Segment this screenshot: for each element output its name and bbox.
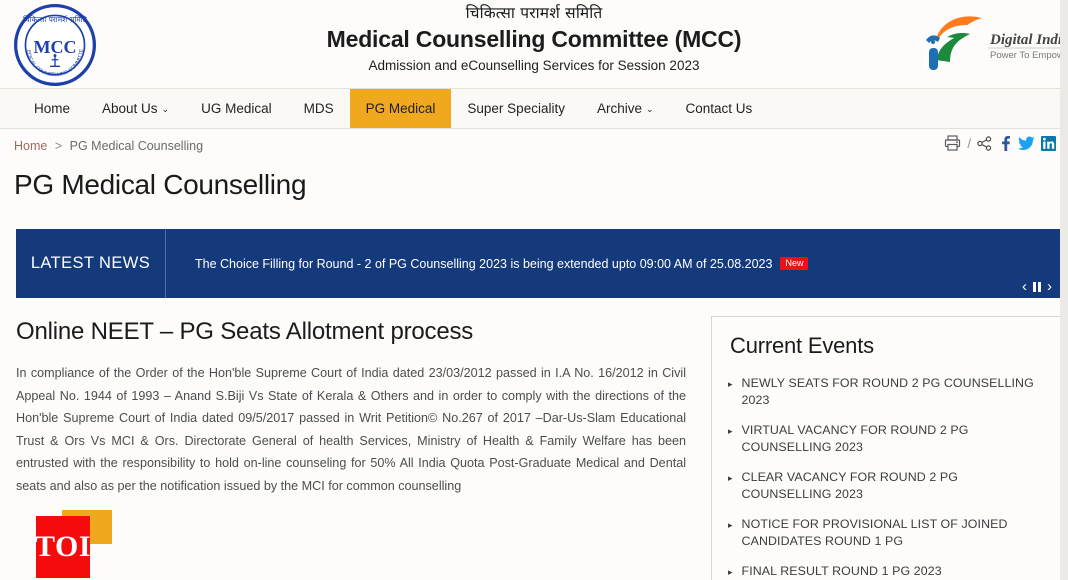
current-events-heading: Current Events [730,333,874,358]
list-item[interactable]: ▸ NOTICE FOR PROVISIONAL LIST OF JOINED … [728,516,1044,549]
content-left-column: Online NEET – PG Seats Allotment process… [0,310,700,580]
main-navigation: Home About Us ⌄ UG Medical MDS PG Medica… [0,88,1068,129]
separator-slash: / [967,135,971,151]
page-right-rail [1060,0,1068,580]
next-button[interactable]: › [1047,279,1052,294]
latest-news-banner: LATEST NEWS The Choice Filling for Round… [16,229,1060,298]
section-paragraph: In compliance of the Order of the Hon'bl… [16,366,686,493]
chevron-down-icon: ⌄ [161,104,170,114]
toi-logo[interactable]: TOI [16,509,136,580]
twitter-icon[interactable] [1018,136,1035,151]
status-badge: New [780,256,809,271]
nav-label: UG Medical [201,101,272,116]
bullet-arrow-icon: ▸ [728,426,733,436]
bullet-arrow-icon: ▸ [728,520,733,530]
list-item[interactable]: ▸ NEWLY SEATS FOR ROUND 2 PG COUNSELLING… [728,375,1044,408]
breadcrumb-current: PG Medical Counselling [69,139,204,153]
header-title-block: चिकित्सा परामर्श समिति Medical Counselli… [0,4,1068,75]
nav-item-home[interactable]: Home [18,89,86,128]
print-icon[interactable] [944,135,961,151]
nav-item-pg-medical[interactable]: PG Medical [349,89,452,128]
toi-red-block: TOI [35,515,91,578]
nav-item-super-speciality[interactable]: Super Speciality [451,89,581,128]
nav-item-about-us[interactable]: About Us ⌄ [86,89,185,128]
current-events-panel: Current Events ▸ NEWLY SEATS FOR ROUND 2… [711,316,1061,580]
main-content: Online NEET – PG Seats Allotment process… [0,310,1068,580]
nav-label: PG Medical [365,101,436,116]
toi-label: TOI [35,529,91,563]
list-item[interactable]: ▸ VIRTUAL VACANCY FOR ROUND 2 PG COUNSEL… [728,422,1044,455]
site-header: चिकित्सा परामर्श समिति MCC MEDICAL COUNS… [0,0,1068,88]
nav-label: MDS [303,101,334,116]
hindi-title: चिकित्सा परामर्श समिति [465,4,603,22]
nav-label: Super Speciality [467,101,565,116]
share-icon[interactable] [977,135,992,151]
digital-india-logo[interactable]: Digital India Power To Empower [910,6,1060,78]
news-carousel-controls: ‹ › [1022,279,1052,294]
list-item-label: VIRTUAL VACANCY FOR ROUND 2 PG COUNSELLI… [741,423,969,454]
list-item-label: NEWLY SEATS FOR ROUND 2 PG COUNSELLING 2… [741,376,1034,407]
nav-label: Archive [596,101,642,116]
digital-india-title: Digital India [989,32,1060,48]
list-item[interactable]: ▸ CLEAR VACANCY FOR ROUND 2 PG COUNSELLI… [728,469,1044,502]
list-item[interactable]: ▸ FINAL RESULT ROUND 1 PG 2023 (MD/MS/DI… [728,563,1044,580]
pause-icon[interactable] [1033,281,1041,292]
section-heading: Online NEET – PG Seats Allotment process [16,318,474,345]
nav-label: Contact Us [685,101,753,116]
latest-news-body: The Choice Filling for Round - 2 of PG C… [166,229,1060,298]
social-share-bar: / [944,135,1056,151]
nav-item-contact-us[interactable]: Contact Us [670,89,769,128]
latest-news-headline: The Choice Filling for Round - 2 of PG C… [195,256,773,271]
page-root: चिकित्सा परामर्श समिति MCC MEDICAL COUNS… [0,0,1068,580]
breadcrumb-row: Home > PG Medical Counselling / [0,129,1068,163]
nav-label: Home [34,101,71,116]
breadcrumb-home-link[interactable]: Home [14,139,47,153]
digital-india-tagline: Power To Empower [990,50,1060,61]
list-item-label: FINAL RESULT ROUND 1 PG 2023 (MD/MS/DIPL… [741,564,942,578]
list-item-label: NOTICE FOR PROVISIONAL LIST OF JOINED CA… [741,517,1008,548]
chevron-down-icon: ⌄ [645,104,654,114]
facebook-icon[interactable] [998,135,1012,151]
prev-button[interactable]: ‹ [1022,279,1027,294]
linkedin-icon[interactable] [1041,135,1056,151]
page-heading: PG Medical Counselling [14,169,307,200]
nav-item-mds[interactable]: MDS [288,89,350,128]
latest-news-item[interactable]: The Choice Filling for Round - 2 of PG C… [195,256,809,271]
page-title: Medical Counselling Committee (MCC) [326,26,742,53]
breadcrumb: Home > PG Medical Counselling [14,139,203,153]
nav-item-archive[interactable]: Archive ⌄ [581,89,670,128]
breadcrumb-separator: > [54,139,63,153]
nav-label: About Us [102,101,158,116]
bullet-arrow-icon: ▸ [728,567,733,577]
list-item-label: CLEAR VACANCY FOR ROUND 2 PG COUNSELLING… [741,470,958,501]
bullet-arrow-icon: ▸ [728,473,733,483]
current-events-list: ▸ NEWLY SEATS FOR ROUND 2 PG COUNSELLING… [728,375,1044,580]
latest-news-label: LATEST NEWS [16,229,166,298]
bullet-arrow-icon: ▸ [728,379,733,389]
nav-item-ug-medical[interactable]: UG Medical [185,89,288,128]
header-subtitle: Admission and eCounselling Services for … [368,58,700,74]
